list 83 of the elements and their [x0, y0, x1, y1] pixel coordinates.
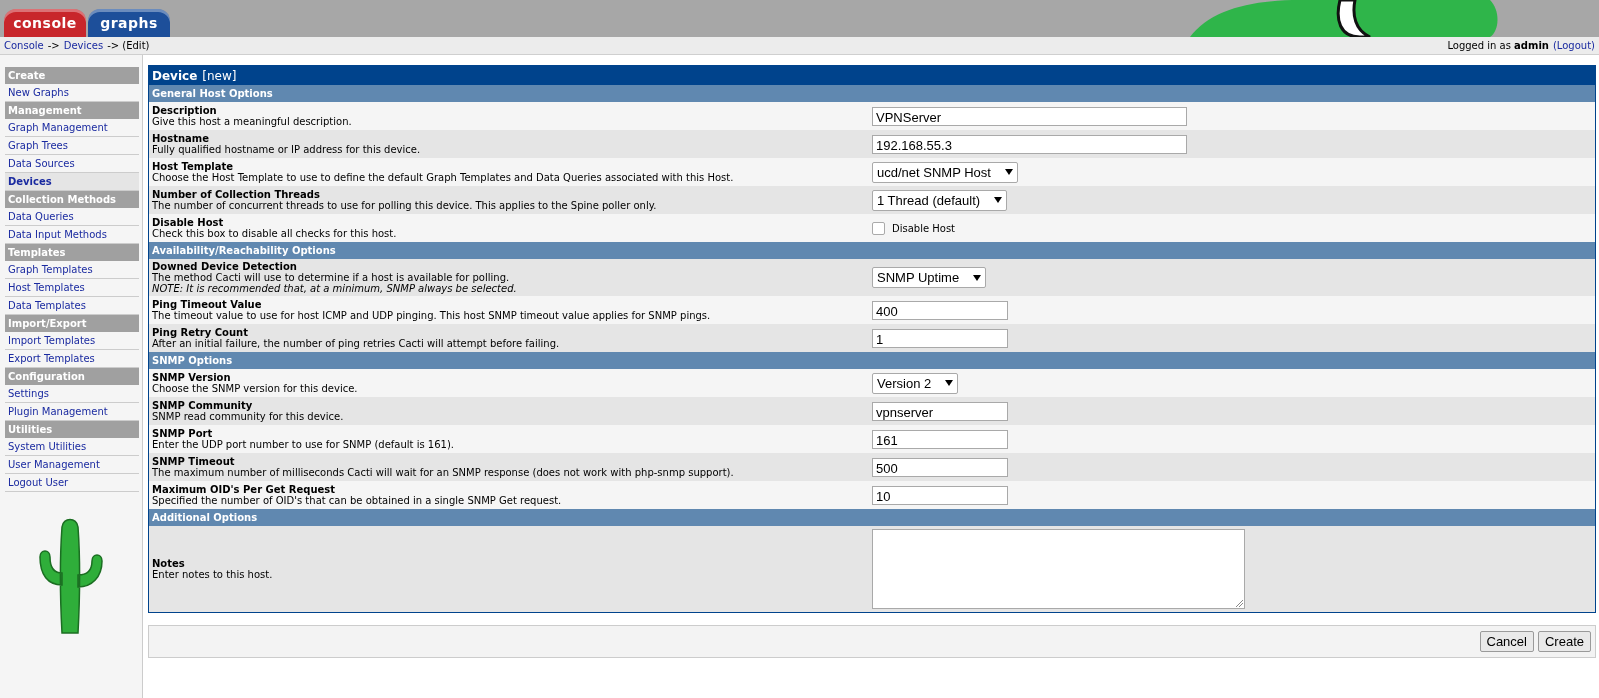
text-field[interactable]: vpnserver	[872, 401, 1008, 421]
field-description: The method Cacti will use to determine if a host is available for polling.	[152, 272, 510, 283]
sidebar-item[interactable]: Logout User	[5, 474, 139, 492]
sidebar-header: Templates	[5, 244, 139, 261]
breadcrumb-separator: ->	[47, 40, 60, 51]
sidebar-item[interactable]: Import Templates	[5, 332, 139, 350]
sidebar-header: Import/Export	[5, 315, 139, 332]
field-description: The maximum number of milliseconds Cacti will wait for an SNMP response (does not work with php-snmp support).	[152, 467, 735, 478]
text-field[interactable]: 161	[872, 429, 1008, 449]
field-description: Choose the SNMP version for this device.	[152, 383, 359, 394]
text-field[interactable]: VPNServer	[872, 106, 1187, 126]
field-title: Notes	[152, 558, 186, 569]
field-title: Host Template	[152, 161, 235, 172]
sidebar-item[interactable]: User Management	[5, 456, 139, 474]
text-field[interactable]: 10	[872, 485, 1008, 505]
sidebar-header: Configuration	[5, 368, 139, 385]
field-description: After an initial failure, the number of ping retries Cacti will attempt before failing.	[152, 338, 561, 349]
field-description: SNMP read community for this device.	[152, 411, 345, 422]
field-title: Ping Retry Count	[152, 327, 248, 338]
section-header: Availability/Reachability Options	[149, 242, 1595, 259]
field-title: Downed Device Detection	[152, 261, 298, 272]
field-description: Fully qualified hostname or IP address for this device.	[152, 144, 422, 155]
dropdown-field[interactable]: ucd/net SNMP Host	[872, 161, 1018, 183]
field-description: Specified the number of OID's that can be obtained in a single SNMP Get request.	[152, 495, 563, 506]
field-description: The number of concurrent threads to use for polling this device. This applies to the Spine poller only.	[152, 200, 658, 211]
sidebar-header: Collection Methods	[5, 191, 139, 208]
resize-grip-icon	[1236, 600, 1243, 607]
login-status: Logged in as admin	[1447, 40, 1549, 51]
caret-icon	[994, 197, 1003, 203]
checkbox[interactable]	[872, 221, 885, 235]
field-description: Enter notes to this host.	[152, 569, 274, 580]
nav-tab[interactable]: console	[4, 9, 86, 37]
field-description: Enter the UDP port number to use for SNMP (default is 161).	[152, 439, 455, 450]
sidebar-header: Management	[5, 102, 139, 119]
field-description: Choose the Host Template to use to define the default Graph Templates and Data Queries associated with this Host.	[152, 172, 735, 183]
field-title: Maximum OID's Per Get Request	[152, 484, 337, 495]
section-header: General Host Options	[149, 85, 1595, 102]
notes-field[interactable]	[872, 529, 1245, 609]
sidebar-item[interactable]: Host Templates	[5, 279, 139, 297]
breadcrumb-link[interactable]: Devices	[63, 40, 104, 51]
field-description: The timeout value to use for host ICMP and UDP pinging. This host SNMP timeout value applies for SNMP pings.	[152, 310, 712, 321]
logout-link[interactable]: (Logout)	[1552, 40, 1595, 51]
breadcrumb-link[interactable]: Console	[4, 40, 44, 51]
sidebar-header: Create	[5, 67, 139, 84]
sidebar-item[interactable]: Settings	[5, 385, 139, 403]
section-header: Additional Options	[149, 509, 1595, 526]
field-description: Give this host a meaningful description.	[152, 116, 353, 127]
text-field[interactable]: 400	[872, 300, 1008, 320]
field-title: Description	[152, 105, 218, 116]
sidebar-item[interactable]: Devices	[5, 173, 139, 191]
field-title: SNMP Port	[152, 428, 214, 439]
caret-icon	[973, 274, 982, 281]
field-title: Ping Timeout Value	[152, 299, 263, 310]
field-title: SNMP Version	[152, 372, 232, 383]
field-title: SNMP Community	[152, 400, 253, 411]
sidebar-header: Utilities	[5, 421, 139, 438]
nav-tab[interactable]: graphs	[88, 9, 170, 37]
form-title: Device	[152, 68, 198, 83]
text-field[interactable]: 1	[872, 328, 1008, 348]
field-title: Disable Host	[152, 217, 225, 228]
checkbox-label: Disable Host	[892, 222, 956, 234]
field-title: SNMP Timeout	[152, 456, 236, 467]
breadcrumb-separator: -> (Edit)	[107, 40, 150, 51]
sidebar-item[interactable]: Graph Templates	[5, 261, 139, 279]
sidebar-item[interactable]: Data Queries	[5, 208, 139, 226]
caret-icon	[945, 380, 954, 386]
field-note: NOTE: It is recommended that, at a minimum, SNMP always be selected.	[152, 283, 518, 294]
form-button[interactable]: Create	[1537, 631, 1591, 652]
text-field[interactable]: 500	[872, 457, 1008, 477]
section-header: SNMP Options	[149, 352, 1595, 369]
text-field[interactable]: 192.168.55.3	[872, 134, 1187, 154]
field-title: Hostname	[152, 133, 211, 144]
caret-icon	[1004, 169, 1013, 175]
sidebar-item[interactable]: Graph Management	[5, 119, 139, 137]
dropdown-field[interactable]: SNMP Uptime	[872, 267, 987, 288]
sidebar-item[interactable]: Graph Trees	[5, 137, 139, 155]
field-title: Number of Collection Threads	[152, 189, 321, 200]
sidebar-item[interactable]: System Utilities	[5, 438, 139, 456]
dropdown-field[interactable]: Version 2	[872, 372, 959, 394]
form-subtitle: [new]	[202, 68, 237, 83]
dropdown-field[interactable]: 1 Thread (default)	[872, 189, 1008, 211]
form-button[interactable]: Cancel	[1479, 631, 1534, 652]
field-description: Check this box to disable all checks for this host.	[152, 228, 398, 239]
